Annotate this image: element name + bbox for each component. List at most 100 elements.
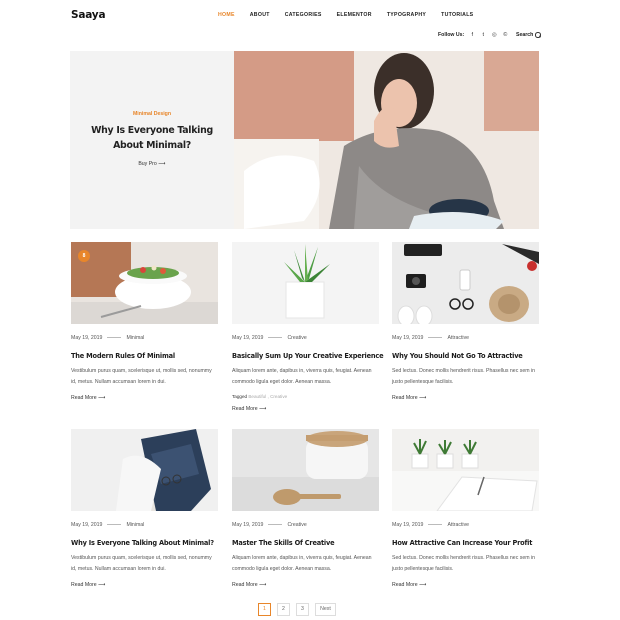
arrow-right-icon: ⟶ [259,582,267,588]
meta-divider [268,524,283,525]
read-more-link[interactable]: Read More ⟶ [232,406,379,412]
post-category[interactable]: Attractive [447,335,469,341]
page-3-button[interactable]: 3 [296,603,309,616]
folded-clothes-image [71,429,218,511]
read-more-link[interactable]: Read More ⟶ [71,395,218,401]
post-card: May 19, 2019 Minimal Why Is Everyone Talk… [71,429,218,588]
read-more-label: Read More [392,582,418,588]
post-category[interactable]: Minimal [126,522,144,528]
post-meta: May 19, 2019 Minimal [71,521,218,528]
arrow-right-icon: ⟶ [259,406,267,412]
facebook-icon[interactable]: f [469,32,475,38]
arrow-right-icon: ⟶ [419,395,427,401]
post-date: May 19, 2019 [232,521,264,528]
woman-reading-illustration [234,51,539,229]
arrow-right-icon: ⟶ [158,161,166,167]
salad-bowl-image [71,242,218,324]
nav-elementor[interactable]: ELEMENTOR [337,12,372,18]
nav-about[interactable]: ABOUT [250,12,270,18]
hero-title[interactable]: Why Is Everyone Talking About Minimal? [84,123,220,153]
post-meta: May 19, 2019 Attractive [392,521,539,528]
pagination: 1 2 3 Next [258,603,336,616]
post-date: May 19, 2019 [232,334,264,341]
site-logo[interactable]: Saaya [71,9,106,21]
post-image-plant[interactable] [232,242,379,324]
tags-label: Tagged [232,394,248,399]
post-category[interactable]: Minimal [126,335,144,341]
hero-buy-pro-button[interactable]: Buy Pro ⟶ [70,161,234,167]
post-image-jar[interactable] [232,429,379,511]
post-meta: May 19, 2019 Minimal [71,334,218,341]
post-image-flatlay[interactable] [392,242,539,324]
post-category[interactable]: Attractive [447,522,469,528]
hero-image[interactable] [234,51,539,229]
read-more-label: Read More [71,582,97,588]
post-image-salad[interactable]: 8 [71,242,218,324]
hero-text-panel: Minimal Design Why Is Everyone Talking A… [70,51,234,229]
post-category[interactable]: Creative [287,335,306,341]
read-more-label: Read More [392,395,418,401]
read-more-link[interactable]: Read More ⟶ [71,582,218,588]
post-meta: May 19, 2019 Creative [232,334,379,341]
nav-typography[interactable]: TYPOGRAPHY [387,12,426,18]
jar-and-spoon-image [232,429,379,511]
post-date: May 19, 2019 [71,334,103,341]
next-page-button[interactable]: Next [315,603,336,616]
post-excerpt: Vestibulum purus quam, scelerisque ut, m… [71,368,212,385]
post-card: May 19, 2019 Attractive Why You Should No… [392,242,539,401]
hero-category[interactable]: Minimal Design [70,111,234,117]
follow-label: Follow Us: [438,32,465,38]
nav-tutorials[interactable]: TUTORIALS [441,12,473,18]
hero-featured-post: Minimal Design Why Is Everyone Talking A… [70,51,539,229]
hero-button-label: Buy Pro [138,161,157,167]
follow-us: Follow Us: f t ◎ © [438,32,508,38]
post-image-clothes[interactable] [71,429,218,511]
post-meta: May 19, 2019 Attractive [392,334,539,341]
arrow-right-icon: ⟶ [419,582,427,588]
post-image-notebook[interactable] [392,429,539,511]
post-tags: Tagged Beautiful , Creative [232,394,379,399]
twitter-icon[interactable]: t [480,32,486,38]
meta-divider [428,524,443,525]
post-category[interactable]: Creative [287,522,306,528]
post-title[interactable]: Master The Skills Of Creative [232,539,379,547]
post-title[interactable]: The Modern Rules Of Minimal [71,352,218,360]
post-excerpt: Sed lectus. Donec mollis hendrerit risus… [392,555,536,572]
post-title[interactable]: Why Is Everyone Talking About Minimal? [71,539,218,547]
read-more-label: Read More [232,582,258,588]
post-card: 8 May 19, 2019 Minimal The Modern Rules O… [71,242,218,401]
post-title[interactable]: How Attractive Can Increase Your Profit [392,539,539,547]
main-nav: HOME ABOUT CATEGORIES ELEMENTOR TYPOGRAP… [218,12,488,18]
page-1-button[interactable]: 1 [258,603,271,616]
instagram-icon[interactable]: ◎ [491,32,497,38]
accessories-flatlay-image [392,242,539,324]
meta-divider [268,337,283,338]
page-2-button[interactable]: 2 [277,603,290,616]
arrow-right-icon: ⟶ [98,582,106,588]
meta-divider [428,337,443,338]
nav-home[interactable]: HOME [218,12,235,18]
post-card: May 19, 2019 Creative Master The Skills O… [232,429,379,588]
arrow-right-icon: ⟶ [98,395,106,401]
read-more-link[interactable]: Read More ⟶ [232,582,379,588]
post-excerpt: Vestibulum purus quam, scelerisque ut, m… [71,555,212,572]
read-more-link[interactable]: Read More ⟶ [392,395,539,401]
post-excerpt: Aliquam lorem ante, dapibus in, viverra … [232,368,372,385]
whatsapp-icon[interactable]: © [502,32,508,38]
nav-categories[interactable]: CATEGORIES [285,12,322,18]
read-more-link[interactable]: Read More ⟶ [392,582,539,588]
post-excerpt: Aliquam lorem ante, dapibus in, viverra … [232,555,372,572]
post-meta: May 19, 2019 Creative [232,521,379,528]
search-label: Search [516,32,534,38]
potted-plant-image [232,242,379,324]
post-excerpt: Sed lectus. Donec mollis hendrerit risus… [392,368,536,385]
notebook-and-plants-image [392,429,539,511]
post-card: May 19, 2019 Creative Basically Sum Up Yo… [232,242,384,412]
post-card: May 19, 2019 Attractive How Attractive Ca… [392,429,539,588]
post-title[interactable]: Why You Should Not Go To Attractive [392,352,539,360]
post-date: May 19, 2019 [392,334,424,341]
search-button[interactable]: Search [516,32,541,38]
tag-list[interactable]: Beautiful , Creative [248,394,287,399]
post-count-badge: 8 [78,250,90,262]
post-title[interactable]: Basically Sum Up Your Creative Experienc… [232,352,384,360]
